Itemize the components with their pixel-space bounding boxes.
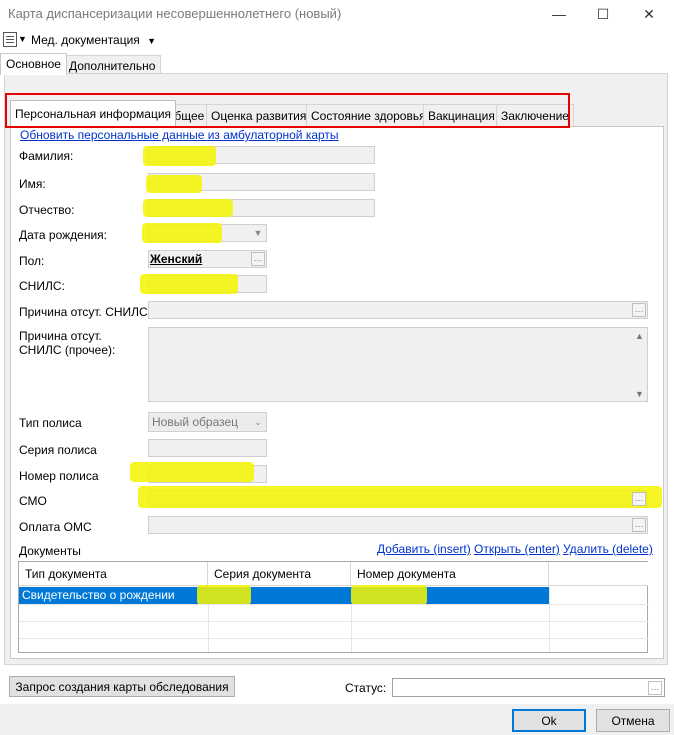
redaction-mark bbox=[143, 146, 216, 166]
tab-label: Дополнительно bbox=[69, 59, 156, 73]
column-header-number[interactable]: Номер документа bbox=[351, 562, 549, 586]
surname-label: Фамилия: bbox=[19, 149, 74, 163]
tab-dopolnitelno[interactable]: Дополнительно bbox=[63, 55, 162, 75]
tab-label: Оценка развития bbox=[211, 109, 307, 123]
tab-label: Вакцинация bbox=[428, 109, 495, 123]
row-divider bbox=[19, 604, 649, 605]
sex-label: Пол: bbox=[19, 254, 45, 268]
snils-absent-field[interactable] bbox=[148, 301, 648, 319]
request-card-button[interactable]: Запрос создания карты обследования bbox=[9, 676, 235, 697]
tab-label: Основное bbox=[6, 57, 61, 71]
column-header-series[interactable]: Серия документа bbox=[208, 562, 351, 586]
tab-label: Заключение bbox=[501, 109, 569, 123]
redaction-mark bbox=[351, 585, 427, 605]
column-divider bbox=[208, 604, 209, 652]
redaction-mark bbox=[140, 274, 238, 294]
snils-other-textarea[interactable] bbox=[148, 327, 648, 402]
column-divider bbox=[351, 604, 352, 652]
ellipsis-icon[interactable]: … bbox=[251, 252, 265, 266]
ellipsis-icon[interactable]: … bbox=[632, 518, 646, 532]
policy-type-label: Тип полиса bbox=[19, 416, 82, 430]
tab-label: Персональная информация bbox=[15, 107, 172, 121]
scroll-up-icon[interactable]: ▲ bbox=[635, 331, 644, 341]
ellipsis-icon[interactable]: … bbox=[632, 303, 646, 317]
open-document-link[interactable]: Открыть (enter) bbox=[474, 542, 560, 556]
redaction-mark bbox=[146, 175, 202, 193]
row-divider bbox=[19, 638, 649, 639]
ellipsis-icon[interactable]: … bbox=[648, 681, 662, 695]
document-menu-button[interactable]: ▼ bbox=[1, 29, 27, 51]
med-documentation-menu[interactable]: Мед. документация ▼ bbox=[31, 33, 156, 47]
minimize-button[interactable]: — bbox=[536, 0, 582, 28]
column-divider bbox=[549, 587, 550, 652]
toolbar: ▼ Мед. документация ▼ bbox=[0, 29, 674, 51]
cancel-button[interactable]: Отмена bbox=[596, 709, 670, 732]
policy-series-label: Серия полиса bbox=[19, 443, 97, 457]
tab-development[interactable]: Оценка развития bbox=[206, 104, 312, 126]
redaction-mark bbox=[197, 585, 251, 605]
maximize-button[interactable]: ☐ bbox=[580, 0, 626, 28]
snils-other-label: Причина отсут. СНИЛС (прочее): bbox=[19, 329, 116, 357]
row-divider bbox=[19, 621, 649, 622]
status-field[interactable] bbox=[392, 678, 665, 697]
table-row[interactable]: Свидетельство о рождении bbox=[19, 587, 549, 604]
oms-field[interactable] bbox=[148, 516, 648, 534]
tab-osnovnoe[interactable]: Основное bbox=[0, 53, 67, 75]
add-document-link[interactable]: Добавить (insert) bbox=[377, 542, 471, 556]
med-documentation-label: Мед. документация bbox=[31, 33, 140, 47]
smo-label: СМО bbox=[19, 494, 47, 508]
document-type-cell: Свидетельство о рождении bbox=[22, 588, 175, 602]
documents-label: Документы bbox=[19, 544, 81, 558]
tab-conclusion[interactable]: Заключение bbox=[496, 104, 574, 126]
redaction-mark bbox=[130, 462, 254, 482]
chevron-down-icon[interactable]: ▼ bbox=[250, 225, 266, 241]
tab-health[interactable]: Состояние здоровья bbox=[306, 104, 431, 126]
ellipsis-icon[interactable]: … bbox=[632, 492, 646, 506]
name-label: Имя: bbox=[19, 177, 46, 191]
redaction-mark bbox=[142, 223, 222, 243]
column-header-empty bbox=[549, 562, 648, 586]
window-title: Карта диспансеризации несовершеннолетнег… bbox=[8, 6, 342, 21]
policy-type-value: Новый образец bbox=[152, 415, 239, 429]
ok-button[interactable]: Ok bbox=[512, 709, 586, 732]
scroll-down-icon[interactable]: ▼ bbox=[635, 389, 644, 399]
tab-personal-info[interactable]: Персональная информация bbox=[10, 100, 177, 127]
chevron-down-icon[interactable]: ⌄ bbox=[250, 414, 266, 430]
refresh-personal-data-link[interactable]: Обновить персональные данные из амбулато… bbox=[20, 128, 339, 142]
column-header-type[interactable]: Тип документа bbox=[19, 562, 208, 586]
tab-label: Состояние здоровья bbox=[311, 109, 426, 123]
close-button[interactable]: ✕ bbox=[626, 0, 672, 28]
patronymic-label: Отчество: bbox=[19, 203, 75, 217]
documents-table[interactable]: Тип документа Серия документа Номер доку… bbox=[18, 561, 649, 653]
status-label: Статус: bbox=[345, 681, 387, 695]
redaction-mark bbox=[143, 199, 233, 217]
redaction-mark bbox=[138, 486, 662, 508]
chevron-down-icon: ▼ bbox=[18, 34, 27, 44]
snils-label: СНИЛС: bbox=[19, 279, 65, 293]
birthdate-label: Дата рождения: bbox=[19, 228, 107, 242]
document-icon bbox=[3, 32, 17, 47]
oms-label: Оплата ОМС bbox=[19, 520, 92, 534]
delete-document-link[interactable]: Удалить (delete) bbox=[563, 542, 653, 556]
tab-vaccination[interactable]: Вакцинация bbox=[423, 104, 500, 126]
policy-number-label: Номер полиса bbox=[19, 469, 99, 483]
title-bar: Карта диспансеризации несовершеннолетнег… bbox=[0, 0, 674, 28]
policy-series-field[interactable] bbox=[148, 439, 267, 457]
chevron-down-icon: ▼ bbox=[147, 36, 157, 46]
snils-absent-label: Причина отсут. СНИЛС: bbox=[19, 305, 152, 319]
sex-value: Женский bbox=[150, 252, 203, 266]
